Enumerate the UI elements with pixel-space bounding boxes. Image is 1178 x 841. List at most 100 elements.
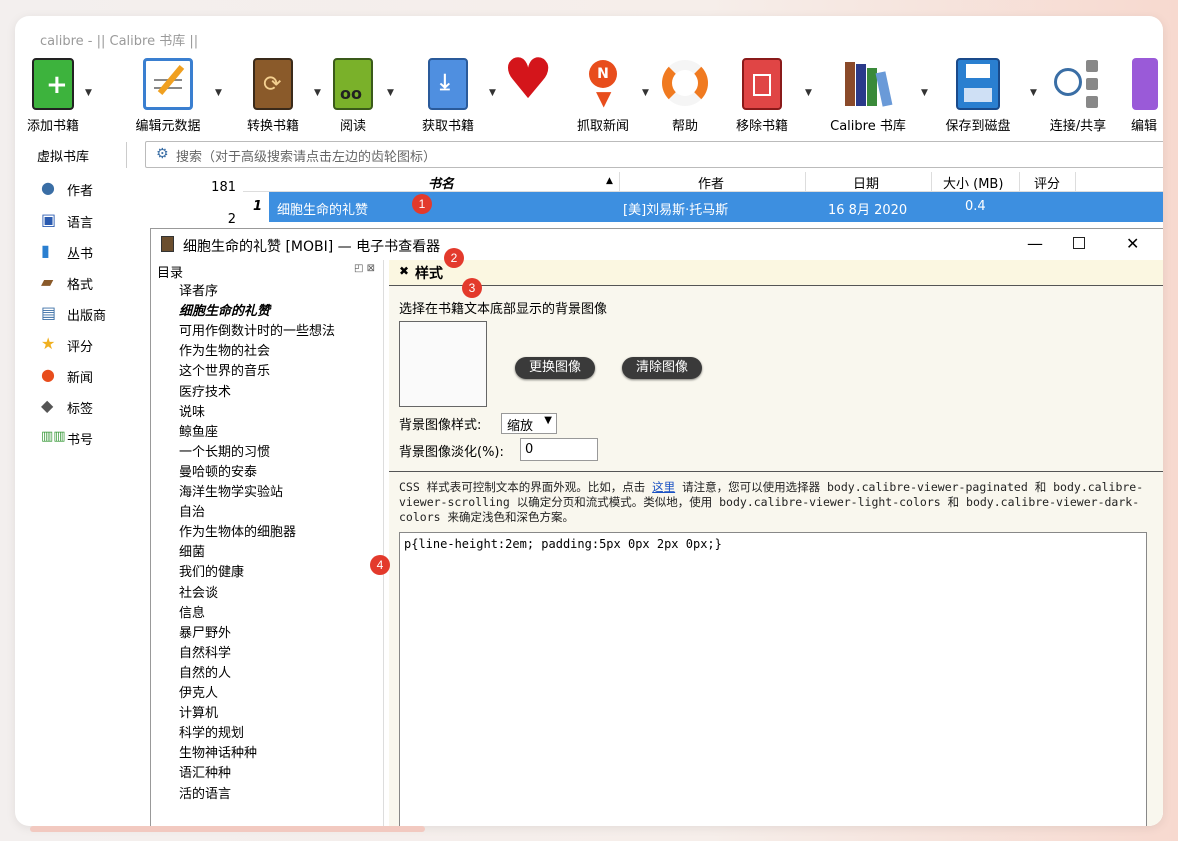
column-header-date[interactable]: 日期	[853, 173, 879, 192]
column-header-rating[interactable]: 评分	[1034, 173, 1060, 192]
toc-item[interactable]: 说味	[179, 401, 205, 420]
person-icon: ●	[41, 178, 55, 197]
toc-item[interactable]: 作为生物体的细胞器	[179, 521, 296, 540]
star-icon: ★	[41, 334, 56, 353]
bg-fade-input[interactable]: 0	[520, 438, 598, 461]
main-toolbar: + 添加书籍 ▼ 编辑元数据 ▼ ⟳ 转换书籍 ▼ oo 阅读 ▼ ⤓ 获取书籍…	[27, 52, 1163, 136]
toc-item[interactable]: 细胞生命的礼赞	[179, 300, 270, 319]
toc-item[interactable]: 科学的规划	[179, 722, 244, 741]
toc-item[interactable]: 自治	[179, 501, 205, 520]
book-list-header: 书名 ▲ 作者 日期 大小 (MB) 评分	[243, 172, 1163, 192]
toc-item[interactable]: 自然科学	[179, 642, 231, 661]
column-header-title[interactable]: 书名	[428, 173, 454, 192]
calibre-window: calibre - || Calibre 书库 || + 添加书籍 ▼ 编辑元数…	[15, 16, 1163, 826]
save-to-disk-button[interactable]: 保存到磁盘 ▼	[938, 54, 1037, 136]
book-icon	[161, 236, 174, 252]
here-link[interactable]: 这里	[652, 480, 675, 494]
search-input[interactable]: ⚙ 搜索（对于高级搜索请点击左边的齿轮图标）	[145, 141, 1163, 168]
toc-item[interactable]: 活的语言	[179, 783, 231, 802]
chevron-down-icon[interactable]: ▼	[921, 88, 928, 98]
donate-button[interactable]: ♥	[501, 52, 561, 136]
toc-item[interactable]: 海洋生物学实验站	[179, 481, 283, 500]
convert-book-label: 转换书籍	[246, 119, 299, 134]
toc-title: 目录	[157, 266, 184, 281]
search-placeholder: 搜索（对于高级搜索请点击左边的齿轮图标）	[176, 150, 437, 165]
read-book-icon: oo	[333, 58, 373, 110]
close-icon[interactable]: ✕	[1126, 234, 1139, 253]
language-icon: ▣	[41, 210, 57, 229]
css-editor[interactable]: p{line-height:2em; padding:5px 0px 2px 0…	[399, 532, 1147, 826]
toc-item[interactable]: 一个长期的习惯	[179, 441, 270, 460]
chevron-down-icon[interactable]: ▼	[85, 88, 92, 98]
toc-item[interactable]: 社会谈	[179, 582, 218, 601]
get-books-icon: ⤓	[428, 58, 468, 110]
toc-item[interactable]: 信息	[179, 602, 205, 621]
ebook-viewer-window: 细胞生命的礼赞 [MOBI] — 电子书查看器 — ✕ 目录 ◰ ⊠ 译者序 细胞…	[150, 228, 1163, 826]
toc-item[interactable]: 可用作倒数计时的一些想法	[179, 320, 335, 339]
viewer-titlebar: 细胞生命的礼赞 [MOBI] — 电子书查看器 — ✕	[151, 229, 1163, 259]
remove-book-button[interactable]: 移除书籍 ▼	[727, 54, 812, 136]
save-disk-icon	[956, 58, 1000, 110]
connect-share-button[interactable]: 连接/共享	[1038, 54, 1118, 136]
toc-item[interactable]: 我们的健康	[179, 561, 244, 580]
edit-book-button[interactable]: 编辑	[1125, 54, 1163, 136]
gear-icon[interactable]: ⚙	[156, 146, 169, 162]
style-panel-header: ✖ 样式	[389, 260, 1163, 286]
add-book-icon: +	[32, 58, 74, 110]
toc-item[interactable]: 自然的人	[179, 662, 231, 681]
read-book-button[interactable]: oo 阅读 ▼	[323, 54, 394, 136]
change-image-button[interactable]: 更换图像	[515, 357, 595, 379]
toc-float-close-icon[interactable]: ◰ ⊠	[354, 263, 375, 274]
toc-item[interactable]: 译者序	[179, 280, 218, 299]
book-date-cell: 16 8月 2020	[828, 203, 908, 218]
clear-image-button[interactable]: 清除图像	[622, 357, 702, 379]
column-header-author[interactable]: 作者	[698, 173, 724, 192]
maximize-icon[interactable]	[1073, 237, 1085, 249]
tag-browser-item-authors[interactable]: ● 作者 181	[41, 178, 236, 204]
chevron-down-icon[interactable]: ▼	[805, 88, 812, 98]
minimize-icon[interactable]: —	[1027, 234, 1043, 253]
toc-item[interactable]: 伊克人	[179, 682, 218, 701]
viewer-title: 细胞生命的礼赞 [MOBI] — 电子书查看器	[183, 239, 441, 255]
chevron-down-icon[interactable]: ▼	[489, 88, 496, 98]
chevron-down-icon[interactable]: ▼	[387, 88, 394, 98]
table-of-contents: 目录 ◰ ⊠ 译者序 细胞生命的礼赞 可用作倒数计时的一些想法 作为生物的社会 这个世界…	[151, 260, 384, 826]
fetch-news-label: 抓取新闻	[576, 119, 629, 134]
help-button[interactable]: 帮助	[653, 54, 717, 136]
edit-metadata-button[interactable]: 编辑元数据 ▼	[123, 54, 222, 136]
divider	[126, 142, 127, 168]
bg-style-select[interactable]: 缩放 ▼	[501, 413, 557, 434]
column-header-size[interactable]: 大小 (MB)	[943, 173, 1003, 192]
toc-item[interactable]: 细菌	[179, 541, 205, 560]
background-image-preview	[399, 321, 487, 407]
annotation-badge-3: 3	[462, 278, 482, 298]
window-title: calibre - || Calibre 书库 ||	[40, 34, 199, 49]
calibre-library-label: Calibre 书库	[830, 119, 906, 134]
book-size-cell: 0.4	[965, 199, 986, 214]
calibre-library-button[interactable]: Calibre 书库 ▼	[823, 54, 928, 136]
convert-book-button[interactable]: ⟳ 转换书籍 ▼	[238, 54, 321, 136]
toc-item[interactable]: 语汇种种	[179, 762, 231, 781]
virtual-library-button[interactable]: 虚拟书库	[37, 146, 89, 165]
add-book-button[interactable]: + 添加书籍 ▼	[23, 54, 92, 136]
toc-item[interactable]: 计算机	[179, 702, 218, 721]
table-row[interactable]: 细胞生命的礼赞 [美]刘易斯·托马斯 16 8月 2020 0.4	[243, 192, 1163, 222]
toc-item[interactable]: 生物神话种种	[179, 742, 257, 761]
help-label: 帮助	[671, 119, 698, 134]
toc-item[interactable]: 曼哈顿的安泰	[179, 461, 257, 480]
get-books-button[interactable]: ⤓ 获取书籍 ▼	[413, 54, 496, 136]
chevron-down-icon[interactable]: ▼	[1030, 88, 1037, 98]
toc-item[interactable]: 鲸鱼座	[179, 421, 218, 440]
close-icon[interactable]: ✖	[399, 264, 409, 278]
toc-item[interactable]: 医疗技术	[179, 381, 231, 400]
fetch-news-button[interactable]: N ▼ 抓取新闻 ▼	[568, 54, 649, 136]
edit-metadata-icon	[143, 58, 193, 110]
toc-item[interactable]: 暴尸野外	[179, 622, 231, 641]
series-icon: ▮	[41, 241, 50, 260]
read-book-label: 阅读	[339, 119, 366, 134]
chevron-down-icon[interactable]: ▼	[215, 88, 222, 98]
toc-item[interactable]: 这个世界的音乐	[179, 360, 270, 379]
chevron-down-icon[interactable]: ▼	[642, 88, 649, 98]
chevron-down-icon[interactable]: ▼	[314, 88, 321, 98]
toc-item[interactable]: 作为生物的社会	[179, 340, 270, 359]
